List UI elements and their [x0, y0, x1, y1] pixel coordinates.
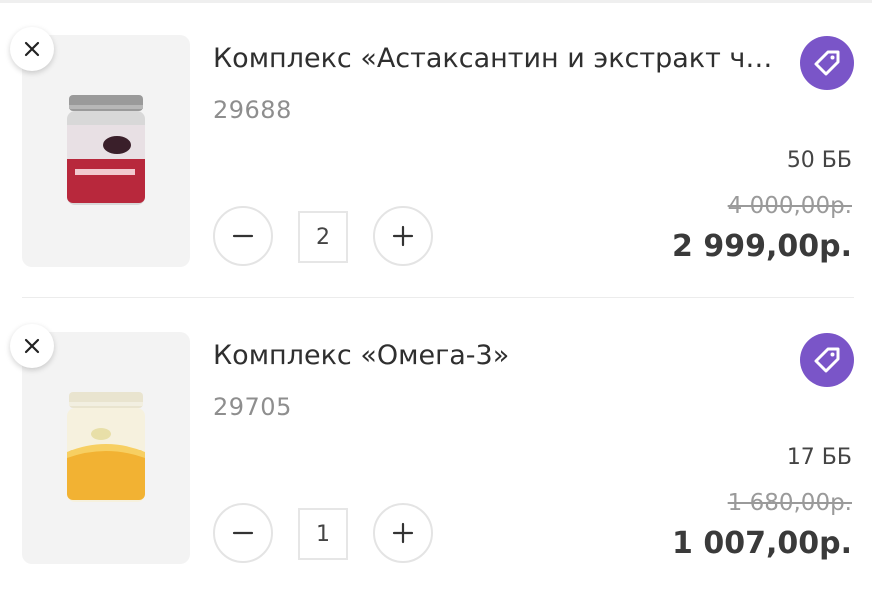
product-image[interactable]: [22, 35, 190, 267]
supplement-jar-yellow-icon: [67, 392, 145, 502]
cart-item: Комплекс «Омега-3» 29705 1 17 ББ 1 680,0…: [0, 300, 872, 575]
product-sku: 29705: [213, 393, 292, 421]
discount-tag-button[interactable]: [800, 36, 854, 90]
remove-item-button[interactable]: [10, 27, 54, 71]
decrease-quantity-button[interactable]: [213, 503, 273, 563]
plus-icon: [392, 225, 414, 247]
price-tag-icon: [814, 50, 840, 76]
product-image[interactable]: [22, 332, 190, 564]
minus-icon: [232, 234, 254, 238]
supplement-jar-red-icon: [67, 95, 145, 205]
discount-tag-button[interactable]: [800, 333, 854, 387]
old-price: 4 000,00р.: [727, 193, 852, 219]
close-icon: [24, 338, 40, 354]
old-price: 1 680,00р.: [727, 490, 852, 516]
price-tag-icon: [814, 347, 840, 373]
bonus-points: 17 ББ: [786, 445, 852, 470]
product-sku: 29688: [213, 96, 292, 124]
cart-item: Комплекс «Астаксантин и экстракт чер... …: [0, 3, 872, 278]
minus-icon: [232, 531, 254, 535]
increase-quantity-button[interactable]: [373, 206, 433, 266]
current-price: 2 999,00р.: [672, 229, 852, 264]
bonus-points: 50 ББ: [786, 148, 852, 173]
close-icon: [24, 41, 40, 57]
item-divider: [22, 297, 854, 298]
plus-icon: [392, 522, 414, 544]
quantity-field[interactable]: 1: [298, 508, 348, 560]
remove-item-button[interactable]: [10, 324, 54, 368]
quantity-field[interactable]: 2: [298, 211, 348, 263]
increase-quantity-button[interactable]: [373, 503, 433, 563]
product-name[interactable]: Комплекс «Омега-3»: [213, 340, 773, 371]
current-price: 1 007,00р.: [672, 526, 852, 561]
product-name[interactable]: Комплекс «Астаксантин и экстракт чер...: [213, 43, 773, 74]
decrease-quantity-button[interactable]: [213, 206, 273, 266]
